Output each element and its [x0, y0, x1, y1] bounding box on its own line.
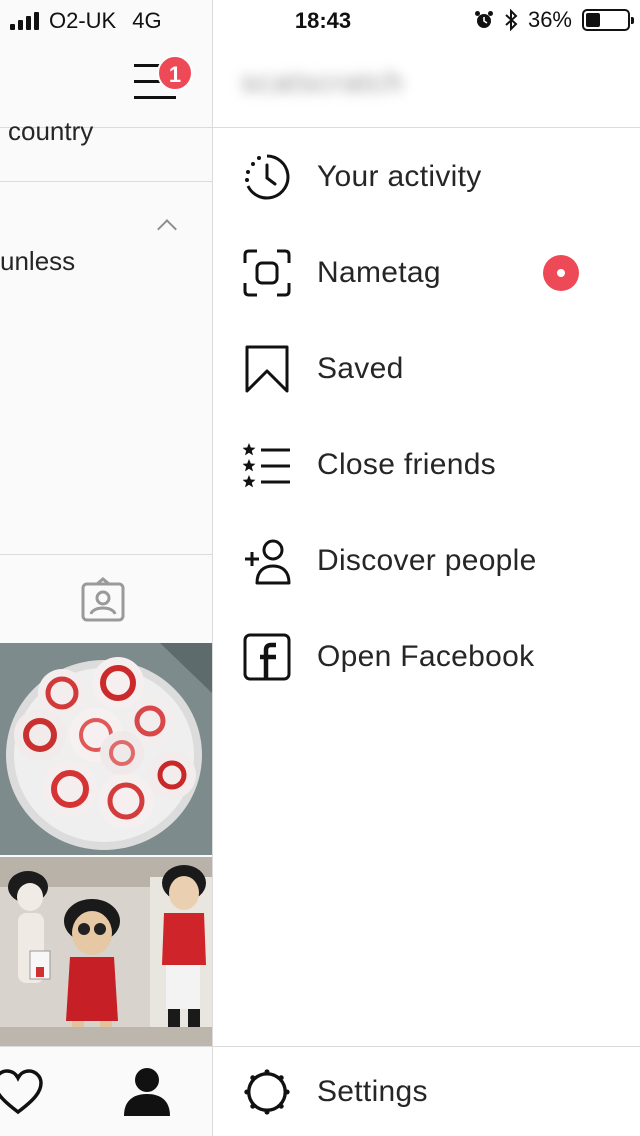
battery-icon	[582, 9, 634, 31]
menu-item-label: Saved	[317, 352, 404, 385]
grid-photo[interactable]	[0, 643, 212, 855]
nametag-icon	[243, 249, 291, 297]
new-indicator-badge	[543, 255, 579, 291]
settings-button[interactable]: Settings	[213, 1047, 640, 1136]
username-label: scatscratch	[241, 66, 404, 99]
menu-item-label: Nametag	[317, 256, 441, 289]
menu-item-label: Your activity	[317, 160, 482, 193]
menu-item-saved[interactable]: Saved	[213, 321, 640, 417]
menu-item-close-friends[interactable]: Close friends	[213, 417, 640, 513]
menu-item-open-facebook[interactable]: Open Facebook	[213, 609, 640, 705]
menu-item-label: Close friends	[317, 448, 496, 481]
gear-icon	[243, 1068, 291, 1116]
divider	[0, 181, 212, 182]
alarm-icon	[474, 11, 493, 28]
bookmark-icon	[243, 345, 291, 393]
facebook-icon	[243, 633, 291, 681]
profile-panel: 1 country unless	[0, 0, 212, 1136]
menu-item-your-activity[interactable]: Your activity	[213, 129, 640, 225]
bio-text-line: country	[8, 116, 94, 146]
drawer-footer: Settings	[213, 1046, 640, 1136]
chevron-up-icon[interactable]	[157, 219, 177, 239]
close-friends-icon	[243, 441, 291, 489]
menu-item-discover-people[interactable]: Discover people	[213, 513, 640, 609]
heart-icon[interactable]	[0, 1068, 44, 1116]
menu-item-label: Open Facebook	[317, 640, 535, 673]
grid-photo[interactable]	[0, 857, 212, 1046]
bluetooth-icon	[505, 9, 518, 31]
profile-icon[interactable]	[122, 1066, 172, 1116]
status-bar: O2-UK 4G 18:43 36%	[0, 0, 640, 40]
side-menu-drawer: scatscratch Your activity Nametag Saved …	[212, 0, 640, 1136]
tagged-photos-icon[interactable]	[79, 576, 127, 624]
divider	[0, 554, 212, 555]
notification-badge: 1	[157, 55, 193, 91]
add-person-icon	[243, 537, 291, 585]
bio-text-line: unless	[0, 246, 76, 276]
battery-percent: 36%	[527, 7, 572, 32]
drawer-header: scatscratch	[213, 40, 640, 128]
menu-item-nametag[interactable]: Nametag	[213, 225, 640, 321]
settings-label: Settings	[317, 1075, 428, 1108]
activity-icon	[243, 153, 291, 201]
menu-item-label: Discover people	[317, 544, 537, 577]
